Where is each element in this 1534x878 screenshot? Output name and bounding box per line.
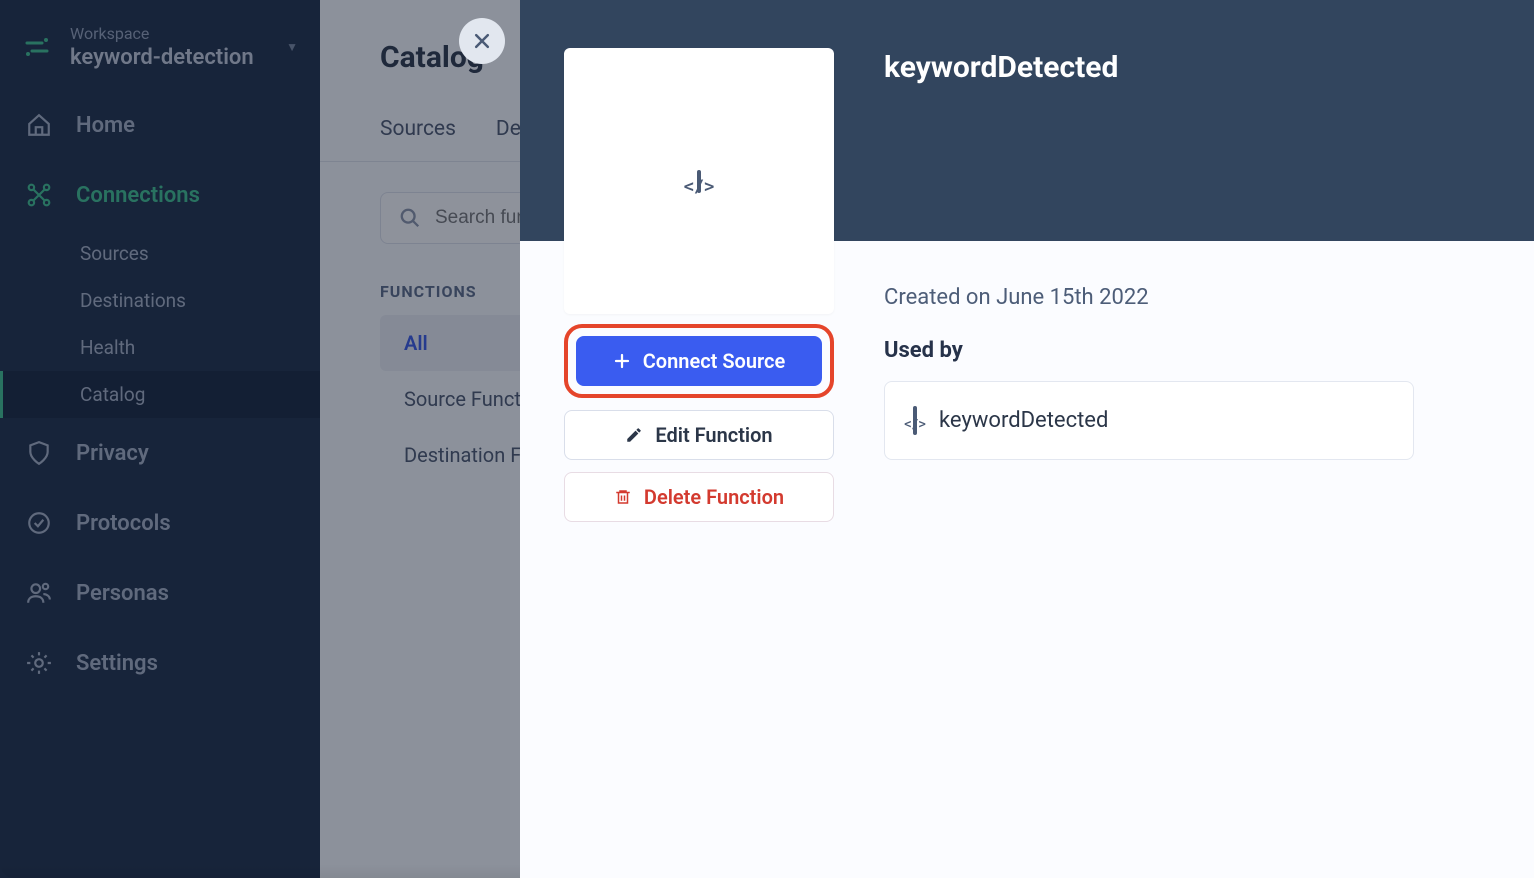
created-on-text: Created on June 15th 2022	[884, 285, 1414, 310]
edit-function-button[interactable]: Edit Function	[564, 410, 834, 460]
used-by-item-label: keywordDetected	[939, 408, 1108, 433]
connect-source-label: Connect Source	[643, 349, 786, 373]
function-card-column: </> Connect Source Edit Function Delete …	[564, 48, 834, 522]
close-icon	[472, 31, 492, 51]
detail-title: keywordDetected	[884, 50, 1118, 85]
delete-function-button[interactable]: Delete Function	[564, 472, 834, 522]
pencil-icon	[625, 426, 643, 444]
connect-source-highlight: Connect Source	[564, 324, 834, 398]
trash-icon	[614, 488, 632, 506]
function-icon-card: </>	[564, 48, 834, 314]
connect-source-button[interactable]: Connect Source	[576, 336, 822, 386]
code-icon: </>	[913, 408, 917, 433]
code-icon: </>	[697, 172, 701, 191]
delete-function-label: Delete Function	[644, 485, 784, 509]
close-button[interactable]	[459, 18, 505, 64]
used-by-label: Used by	[884, 338, 1414, 363]
edit-function-label: Edit Function	[655, 423, 772, 447]
plus-icon	[613, 352, 631, 370]
used-by-item[interactable]: </> keywordDetected	[884, 381, 1414, 460]
